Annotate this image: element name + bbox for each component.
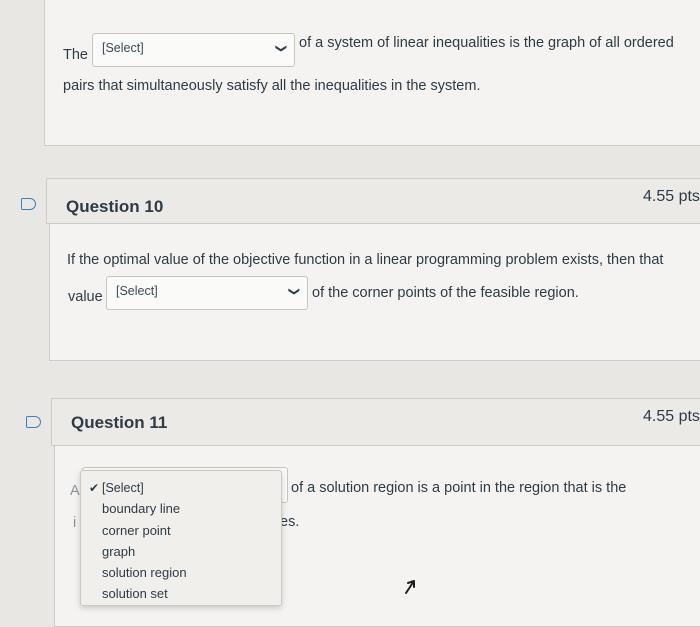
dropdown-option-boundary-line[interactable]: boundary line xyxy=(102,501,180,516)
chevron-down-icon: ❯ xyxy=(274,43,287,54)
check-icon: ✔ xyxy=(89,481,100,495)
q11-text-line2-fragment: i xyxy=(73,515,77,531)
dropdown-option-select[interactable]: [Select] xyxy=(102,481,144,495)
dropdown-option-graph[interactable]: graph xyxy=(102,544,135,559)
q10-text-line1: If the optimal value of the objective fu… xyxy=(67,252,664,268)
q9-select-value: [Select] xyxy=(102,41,144,55)
flag-question-11-icon[interactable] xyxy=(26,416,41,428)
dropdown-option-corner-point[interactable]: corner point xyxy=(102,523,171,538)
question-10-title: Question 10 xyxy=(66,197,164,216)
q10-text-before: value xyxy=(68,289,103,305)
question-11-title: Question 11 xyxy=(71,413,168,432)
dropdown-option-solution-region[interactable]: solution region xyxy=(102,565,187,580)
flag-question-10-icon[interactable] xyxy=(21,198,36,210)
q9-text-before: The xyxy=(63,47,88,63)
q11-dropdown-list: ✔ [Select] boundary line corner point gr… xyxy=(80,470,282,606)
q10-answer-select[interactable]: [Select] ❯ xyxy=(106,276,308,310)
question-9-card xyxy=(44,0,700,146)
mouse-cursor-icon xyxy=(405,580,415,594)
q9-answer-select[interactable]: [Select] ❯ xyxy=(92,33,295,67)
q9-text-line2: pairs that simultaneously satisfy all th… xyxy=(63,78,481,94)
question-10-points: 4.55 pts xyxy=(643,188,700,205)
q10-text-after: of the corner points of the feasible reg… xyxy=(312,285,579,301)
q9-text-after: of a system of linear inequalities is th… xyxy=(299,35,674,51)
q11-text-line2-tail: es. xyxy=(280,514,300,530)
q11-text-fragment: A xyxy=(70,483,80,499)
q11-text-after: of a solution region is a point in the r… xyxy=(291,480,627,496)
q10-select-value: [Select] xyxy=(116,284,158,298)
dropdown-option-solution-set[interactable]: solution set xyxy=(102,586,168,601)
question-11-points: 4.55 pts xyxy=(643,408,700,425)
chevron-down-icon: ❯ xyxy=(287,286,300,297)
